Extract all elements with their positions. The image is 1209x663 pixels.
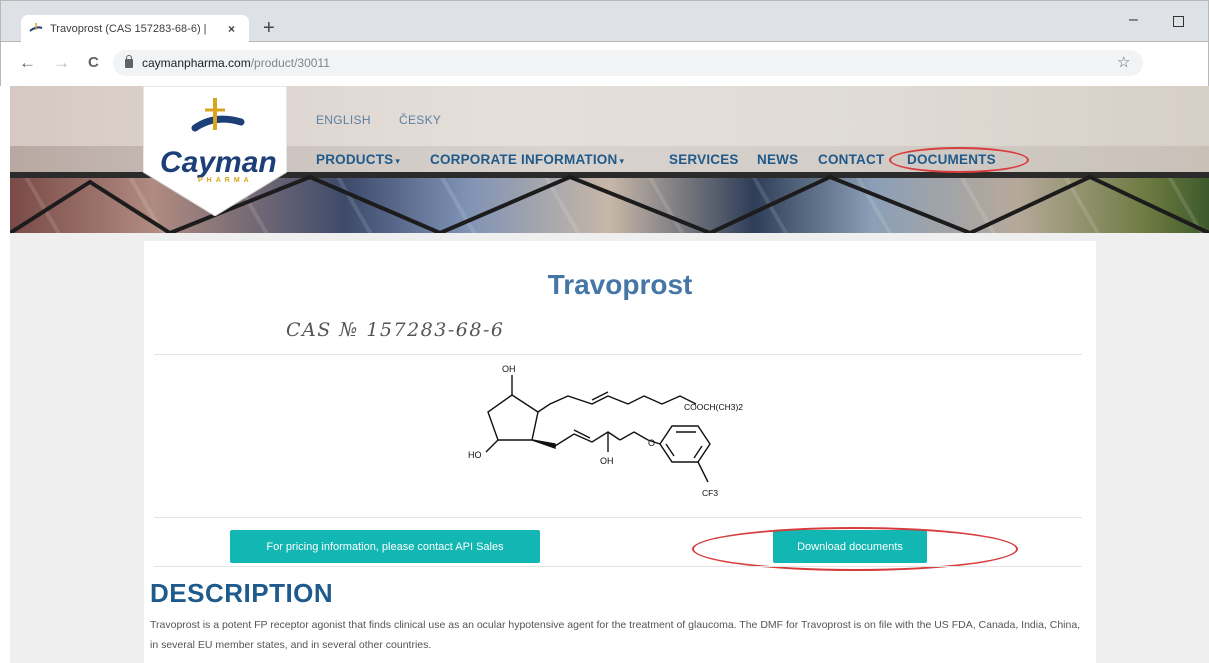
chevron-down-icon: ▾ [395,156,401,166]
browser-tab[interactable]: Travoprost (CAS 157283-68-6) | × [21,15,249,43]
download-highlight-ellipse [692,527,1018,571]
nav-contact[interactable]: CONTACT [818,152,884,167]
close-tab-icon[interactable]: × [228,22,235,36]
maximize-window-icon[interactable] [1173,16,1184,27]
structure-label-ester: COOCH(CH3)2 [684,402,743,412]
structure-label-oh-top: OH [502,364,516,374]
logo-text[interactable]: Cayman [160,146,277,180]
documents-highlight-ellipse [889,147,1029,173]
cayman-favicon-icon [29,23,43,32]
divider [154,566,1082,567]
pricing-contact-button[interactable]: For pricing information, please contact … [230,530,540,563]
bookmark-star-icon[interactable]: ☆ [1117,53,1130,71]
cas-number: CAS № 157283-68-6 [286,319,505,341]
address-bar[interactable]: caymanpharma.com/product/30011 [113,50,1143,76]
reload-icon[interactable]: C [88,53,99,73]
divider [154,517,1082,518]
nav-corporate-information[interactable]: CORPORATE INFORMATION ▾ [430,152,624,167]
new-tab-icon[interactable]: + [263,18,275,38]
browser-tabstrip: Travoprost (CAS 157283-68-6) | × + – [0,0,1209,43]
nav-corporate-label: CORPORATE INFORMATION [430,152,618,167]
product-title: Travoprost [547,269,693,300]
browser-toolbar: ← → C caymanpharma.com/product/30011 ☆ [0,42,1209,86]
structure-label-oh-bottom: OH [600,456,614,466]
nav-news[interactable]: NEWS [757,152,798,167]
lang-english-link[interactable]: ENGLISH [316,113,371,127]
description-text: Travoprost is a potent FP receptor agoni… [150,619,1081,651]
back-icon[interactable]: ← [19,53,36,73]
nav-services[interactable]: SERVICES [669,152,739,167]
url-path: /product/30011 [250,56,330,70]
tab-title: Travoprost (CAS 157283-68-6) | [50,23,207,35]
logo-subtext: PHARMA [198,177,253,184]
description-heading: DESCRIPTION [150,578,334,608]
url-host: caymanpharma.com [142,56,251,70]
forward-icon[interactable]: → [53,53,70,73]
lock-icon [125,54,133,68]
nav-products-label: PRODUCTS [316,152,394,167]
minimize-window-icon[interactable]: – [1129,11,1138,29]
chevron-down-icon: ▾ [619,156,625,166]
nav-products[interactable]: PRODUCTS ▾ [316,152,400,167]
chemical-structure-image: OH COOCH(CH3)2 HO OH O CF3 [468,364,743,498]
lang-czech-link[interactable]: ČESKY [399,113,441,127]
structure-label-ho: HO [468,450,482,460]
structure-label-cf3: CF3 [702,488,718,498]
structure-label-o: O [648,438,655,448]
divider [154,354,1082,355]
